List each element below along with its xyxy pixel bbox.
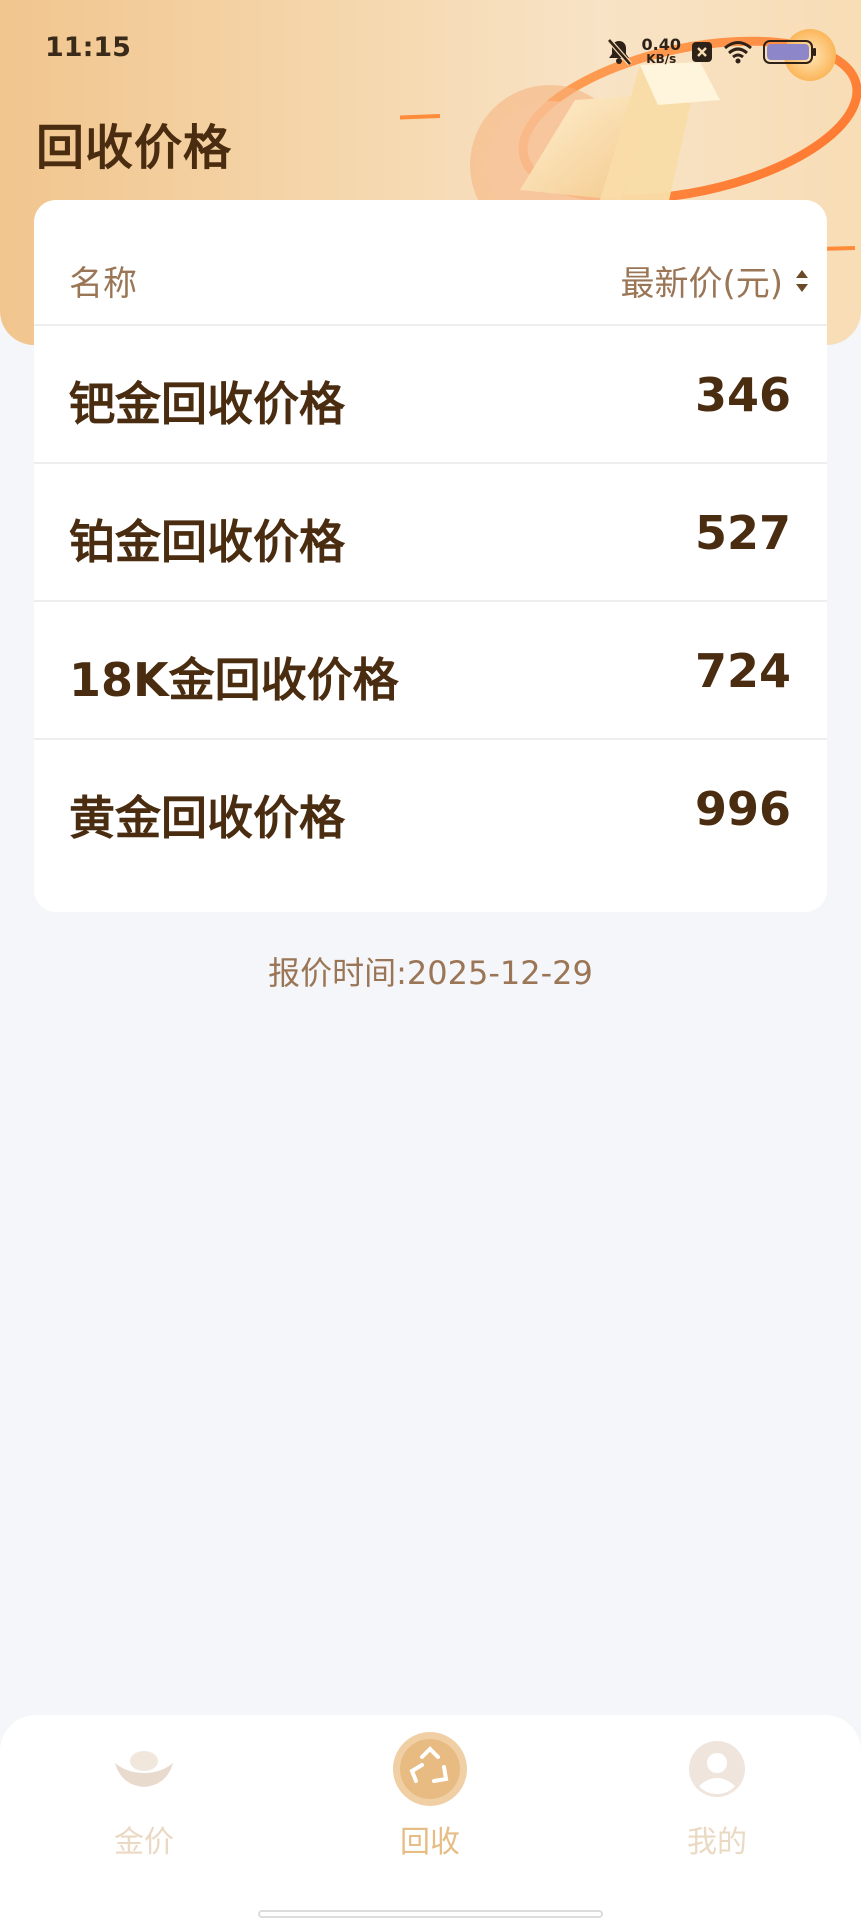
- sort-icon: [796, 269, 808, 292]
- table-row[interactable]: 钯金回收价格 346: [34, 326, 827, 464]
- net-speed-value: 0.40: [641, 35, 681, 54]
- status-bar: 11:15 0.40 KB/s: [0, 0, 861, 100]
- status-time: 11:15: [45, 32, 131, 63]
- column-header-price-sort[interactable]: 最新价(元): [620, 256, 809, 305]
- table-row[interactable]: 铂金回收价格 527: [34, 464, 827, 602]
- row-price: 346: [694, 368, 791, 422]
- row-name: 18K金回收价格: [69, 653, 399, 707]
- home-indicator[interactable]: [258, 1910, 603, 1918]
- bell-off-icon: [606, 38, 632, 66]
- table-header: 名称 最新价(元): [34, 200, 827, 326]
- table-row[interactable]: 黄金回收价格 996: [34, 740, 827, 876]
- nav-item-gold-price[interactable]: 金价: [44, 1731, 244, 1861]
- net-speed: 0.40 KB/s: [641, 35, 681, 67]
- page-title: 回收价格: [36, 120, 233, 176]
- recycle-icon: [392, 1731, 468, 1807]
- row-name: 钯金回收价格: [69, 377, 345, 431]
- table-row[interactable]: 18K金回收价格 724: [34, 602, 827, 740]
- gold-ingot-icon: [106, 1731, 182, 1807]
- nav-item-recycle[interactable]: 回收: [330, 1731, 530, 1861]
- bottom-nav: 金价 回收 我的: [0, 1715, 861, 1920]
- close-box-icon: [692, 42, 712, 62]
- nav-item-mine[interactable]: 我的: [617, 1731, 817, 1861]
- row-name: 铂金回收价格: [69, 515, 345, 569]
- column-header-price: 最新价(元): [620, 264, 783, 304]
- user-icon: [679, 1731, 755, 1807]
- battery-icon: [763, 40, 816, 64]
- nav-label: 我的: [687, 1825, 747, 1860]
- nav-label: 回收: [400, 1825, 460, 1860]
- column-header-name: 名称: [69, 264, 137, 304]
- net-speed-unit: KB/s: [646, 52, 677, 66]
- row-price: 996: [694, 782, 791, 836]
- price-table-card: 名称 最新价(元) 钯金回收价格 346 铂金回收价格 527 18K金回收价格…: [34, 200, 827, 912]
- nav-label: 金价: [114, 1825, 174, 1860]
- row-price: 527: [694, 506, 791, 560]
- wifi-icon: [724, 41, 752, 64]
- status-icons: 0.40 KB/s: [606, 32, 817, 72]
- quote-time: 报价时间:2025-12-29: [268, 954, 593, 992]
- row-price: 724: [694, 644, 791, 698]
- row-name: 黄金回收价格: [69, 791, 345, 845]
